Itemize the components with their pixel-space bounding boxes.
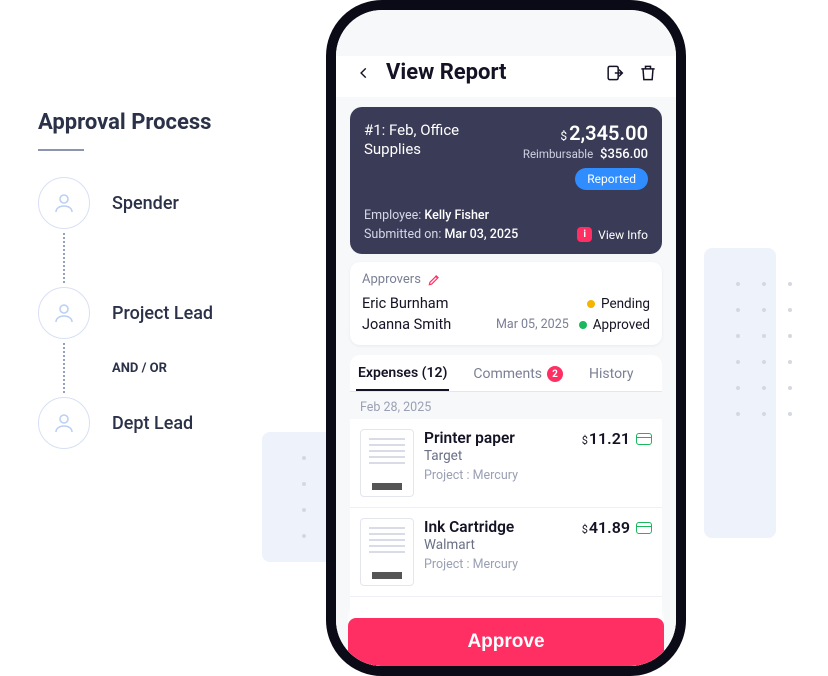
expense-title: Ink Cartridge [424, 518, 572, 536]
employee-line: Employee: Kelly Fisher [364, 208, 648, 223]
divider [38, 149, 84, 151]
approval-process: Approval Process Spender Project Lead AN… [38, 110, 318, 451]
back-button[interactable] [352, 61, 376, 85]
approver-date: Mar 05, 2025 [496, 317, 569, 332]
receipt-thumbnail [360, 518, 414, 586]
connector [38, 231, 318, 285]
approver-name: Eric Burnham [362, 295, 448, 312]
header: View Report [336, 56, 676, 97]
role-label: Project Lead [112, 303, 213, 324]
card-icon [636, 433, 652, 445]
group-date: Feb 28, 2025 [350, 392, 662, 419]
role-label: Dept Lead [112, 413, 193, 434]
reimbursable: Reimbursable $356.00 [523, 147, 648, 162]
expense-project: Project : Mercury [424, 468, 572, 483]
receipt-thumbnail [360, 429, 414, 497]
user-icon [38, 397, 90, 449]
user-icon [38, 177, 90, 229]
approver-status: Approved [593, 317, 650, 333]
user-icon [38, 287, 90, 339]
expense-project: Project : Mercury [424, 557, 572, 572]
card-icon [636, 522, 652, 534]
comments-count-badge: 2 [547, 366, 563, 382]
status-dot-icon [579, 321, 587, 329]
approver-name: Joanna Smith [362, 316, 451, 333]
expense-title: Printer paper [424, 429, 572, 447]
approvers-heading: Approvers [362, 272, 650, 287]
expense-amount: $41.89 [582, 518, 652, 537]
report-name: #1: Feb, Office Supplies [364, 121, 514, 159]
phone-frame: View Report #1: Feb, Office Supplies $2,… [326, 0, 686, 676]
decorative-dots [736, 282, 794, 418]
expense-row[interactable]: Ink Cartridge Walmart Project : Mercury … [350, 508, 662, 597]
screen: View Report #1: Feb, Office Supplies $2,… [336, 10, 676, 666]
trash-icon[interactable] [636, 61, 660, 85]
and-or-label: AND / OR [112, 361, 167, 376]
approvers-panel: Approvers Eric Burnham Pending Joanna Sm… [350, 262, 662, 345]
role-spender: Spender [38, 175, 318, 231]
recall-icon[interactable] [602, 61, 626, 85]
report-summary-card[interactable]: #1: Feb, Office Supplies $2,345.00 Reimb… [350, 107, 662, 254]
expense-merchant: Walmart [424, 537, 572, 553]
approve-button[interactable]: Approve [348, 618, 664, 666]
submitted-line: Submitted on: Mar 03, 2025 [364, 227, 518, 242]
report-total: $2,345.00 [523, 121, 648, 145]
view-info-button[interactable]: i View Info [577, 227, 648, 242]
tab-history[interactable]: History [587, 355, 636, 391]
approve-bar: Approve [348, 608, 664, 666]
tab-expenses[interactable]: Expenses (12) [356, 355, 449, 391]
edit-icon[interactable] [427, 273, 441, 287]
expense-row[interactable]: Printer paper Target Project : Mercury $… [350, 419, 662, 508]
status-dot-icon [587, 300, 595, 308]
tab-comments[interactable]: Comments 2 [471, 355, 565, 391]
role-dept-lead: Dept Lead [38, 395, 318, 451]
status-badge: Reported [575, 168, 648, 190]
role-project-lead: Project Lead [38, 285, 318, 341]
approver-row: Joanna Smith Mar 05, 2025 Approved [362, 314, 650, 335]
tabs: Expenses (12) Comments 2 History [350, 355, 662, 392]
expense-merchant: Target [424, 448, 572, 464]
role-label: Spender [112, 193, 179, 214]
page-title: View Report [386, 60, 592, 85]
process-title: Approval Process [38, 110, 318, 135]
approver-row: Eric Burnham Pending [362, 293, 650, 314]
info-icon: i [577, 227, 592, 242]
expense-amount: $11.21 [582, 429, 652, 448]
approver-status: Pending [601, 296, 650, 312]
connector-and-or: AND / OR [38, 341, 318, 395]
